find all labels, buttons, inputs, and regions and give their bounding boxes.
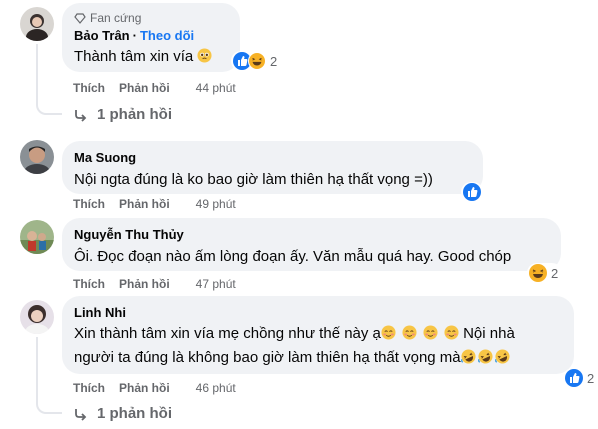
comment-text-row: Thành tâm xin vía (74, 47, 228, 67)
comment-text: Ôi. Đọc đoạn nào ấm lòng đoạn ấy. Văn mẫ… (74, 248, 512, 265)
comment-actions: Thích Phản hồi 44 phút (73, 80, 236, 96)
blushing-face-emoji-icon (381, 325, 396, 340)
comment-author[interactable]: Nguyễn Thu Thủy (74, 226, 184, 243)
avatar[interactable] (20, 7, 54, 41)
like-button[interactable]: Thích (73, 197, 105, 211)
comment-bubble: Nguyễn Thu Thủy Ôi. Đọc đoạn nào ấm lòng… (62, 218, 561, 271)
diamond-icon (74, 13, 86, 24)
comment-author[interactable]: Ma Suong (74, 149, 136, 166)
reaction-summary[interactable] (461, 182, 483, 202)
like-icon (565, 369, 583, 387)
like-button[interactable]: Thích (73, 81, 105, 95)
comment-text: người ta đúng là không bao giờ làm thiên… (74, 349, 461, 366)
reply-arrow-icon (75, 408, 87, 421)
comment-author[interactable]: Linh Nhi (74, 304, 126, 321)
replies-count-label: 1 phản hồi (97, 405, 172, 422)
reaction-count: 2 (270, 53, 278, 69)
fan-badge-label: Fan cứng (90, 11, 142, 25)
like-icon (463, 183, 481, 201)
comment-bubble: Ma Suong Nội ngta đúng là ko bao giờ làm… (62, 141, 483, 194)
reply-thread-line (36, 337, 62, 414)
comment-bubble: Linh Nhi Xin thành tâm xin vía mẹ chồng … (62, 296, 574, 374)
rofl-emoji-icon (460, 349, 476, 364)
view-replies-link[interactable]: 1 phản hồi (73, 405, 172, 422)
rofl-emoji-icon (477, 349, 493, 364)
reaction-summary[interactable]: 2 (527, 263, 563, 283)
rofl-emoji-icon (494, 349, 510, 364)
reply-arrow-icon (75, 109, 87, 122)
blushing-face-emoji-icon (444, 325, 459, 340)
comment-actions: Thích Phản hồi 47 phút (73, 276, 236, 292)
comment-text: Nội ngta đúng là ko bao giờ làm thiên hạ… (74, 171, 433, 188)
avatar[interactable] (20, 300, 54, 334)
comment-text-line: người ta đúng là không bao giờ làm thiên… (74, 348, 562, 368)
comment-text: Nội nhà (463, 325, 515, 342)
comment-time[interactable]: 44 phút (196, 81, 236, 95)
comment-author[interactable]: Bảo Trân (74, 27, 130, 44)
reaction-count: 2 (587, 370, 595, 386)
fan-badge: Fan cứng (74, 11, 228, 25)
reaction-summary[interactable]: 2 (563, 368, 598, 388)
reply-button[interactable]: Phản hồi (119, 277, 170, 291)
blushing-face-emoji-icon (423, 325, 438, 340)
like-button[interactable]: Thích (73, 381, 105, 395)
reply-button[interactable]: Phản hồi (119, 197, 170, 211)
separator-dot: · (132, 28, 137, 43)
avatar[interactable] (20, 140, 54, 174)
comment-time[interactable]: 46 phút (196, 381, 236, 395)
comment-time[interactable]: 49 phút (196, 197, 236, 211)
view-replies-link[interactable]: 1 phản hồi (73, 106, 172, 123)
replies-count-label: 1 phản hồi (97, 106, 172, 123)
comment-actions: Thích Phản hồi 49 phút (73, 196, 236, 212)
comment-text: Thành tâm xin vía (74, 48, 194, 65)
comment-actions: Thích Phản hồi 46 phút (73, 380, 236, 396)
pleading-face-emoji-icon (197, 48, 212, 63)
reply-button[interactable]: Phản hồi (119, 81, 170, 95)
blushing-face-emoji-icon (402, 325, 417, 340)
comment-text: Xin thành tâm xin vía mẹ chồng như thế n… (74, 325, 381, 342)
haha-icon (248, 52, 266, 70)
like-button[interactable]: Thích (73, 277, 105, 291)
haha-icon (529, 264, 547, 282)
comment-text-line: Xin thành tâm xin vía mẹ chồng như thế n… (74, 324, 562, 344)
avatar[interactable] (20, 220, 54, 254)
comment-bubble: Fan cứng Bảo Trân · Theo dõi Thành tâm x… (62, 3, 240, 72)
reaction-summary[interactable]: 2 (231, 51, 282, 71)
follow-button[interactable]: Theo dõi (140, 27, 194, 44)
reply-button[interactable]: Phản hồi (119, 381, 170, 395)
comment-time[interactable]: 47 phút (196, 277, 236, 291)
reply-thread-line (36, 44, 62, 115)
reaction-count: 2 (551, 265, 559, 281)
